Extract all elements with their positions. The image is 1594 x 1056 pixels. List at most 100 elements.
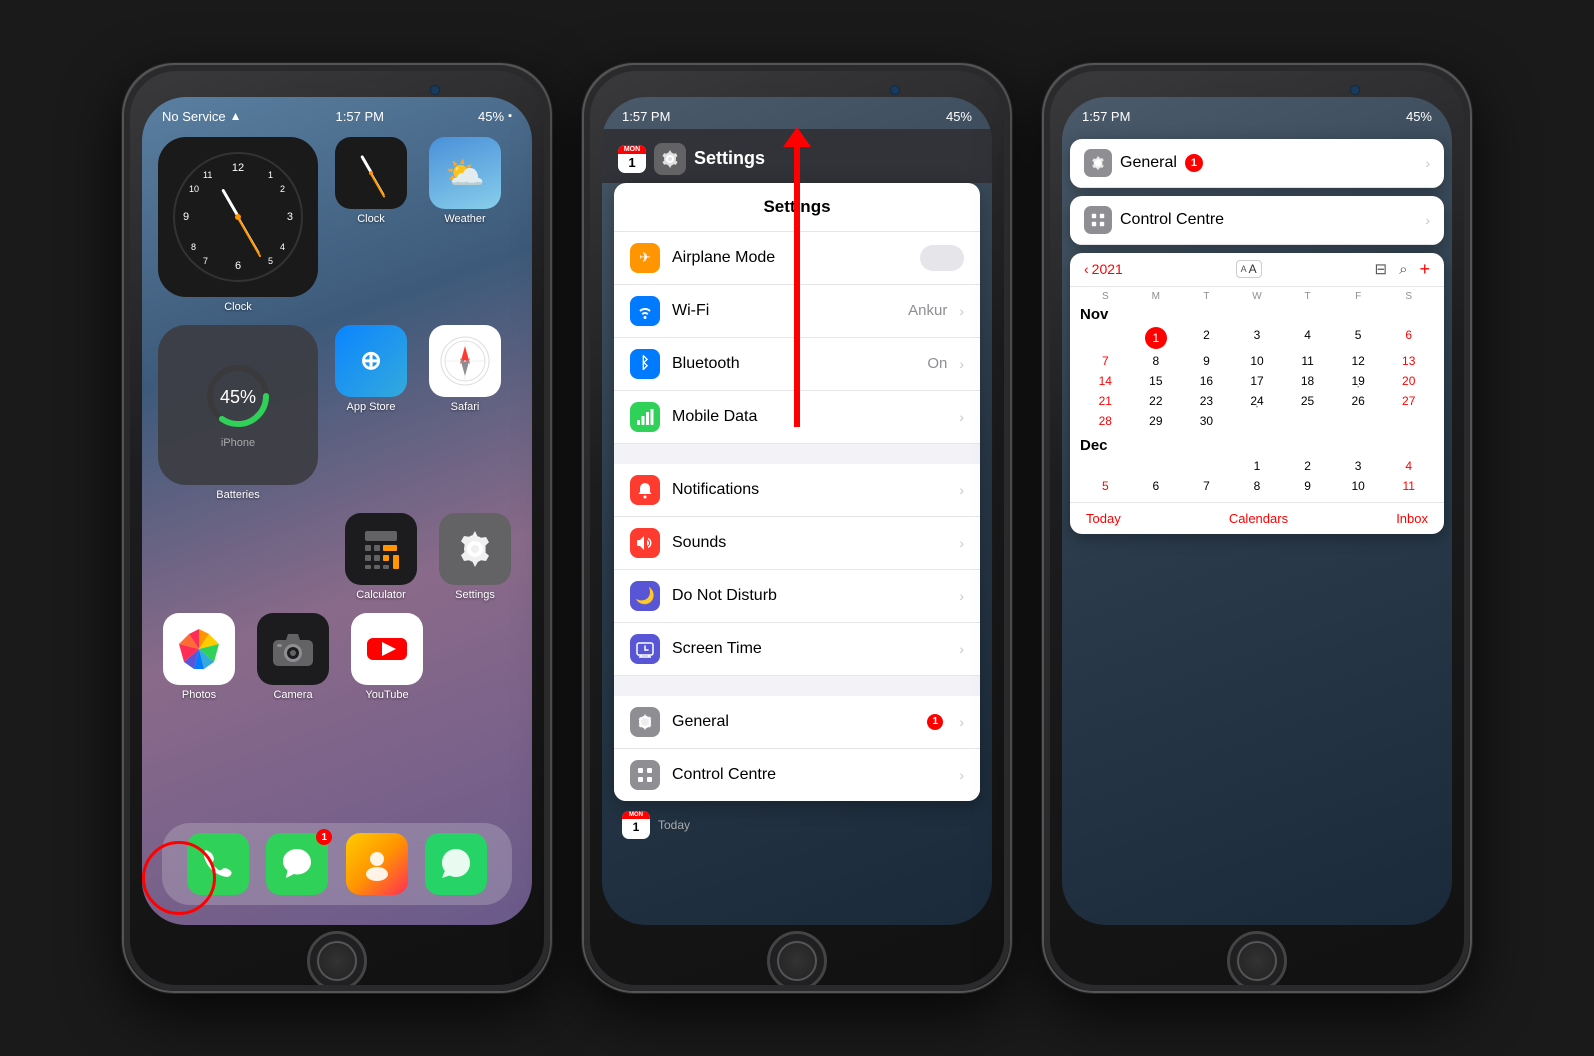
dec-8[interactable]: 8 [1232,476,1283,496]
nov-12[interactable]: 12 [1333,351,1384,371]
camera-svg [271,630,315,668]
clock-widget-face: 12 3 6 9 1 11 10 2 4 8 5 7 [158,137,318,297]
nov-20[interactable]: 20 [1383,371,1434,391]
dec-9[interactable]: 9 [1282,476,1333,496]
weather-label: Weather [444,213,485,225]
nov-7[interactable]: 7 [1080,351,1131,371]
nov-2[interactable]: 2 [1181,325,1232,351]
nov-25[interactable]: 25 [1282,391,1333,411]
settings-row-dnd[interactable]: 🌙 Do Not Disturb › [614,570,980,623]
dec-3[interactable]: 3 [1333,456,1384,476]
screen-time-svg [636,640,654,658]
app-youtube[interactable]: YouTube [346,613,428,701]
nov-30[interactable]: 30 [1181,411,1232,431]
app-clock-small[interactable]: Clock [330,137,412,313]
app-photos[interactable]: Photos [158,613,240,701]
nov-5[interactable]: 5 [1333,325,1384,351]
nov-29[interactable]: 29 [1131,411,1182,431]
nov-18[interactable]: 18 [1282,371,1333,391]
earpiece-speaker [297,83,377,89]
calendar-mini-icon: MON 1 [618,145,646,173]
home-button-3[interactable] [1227,931,1287,991]
app-appstore[interactable]: ⊕ App Store [330,325,412,501]
app-weather[interactable]: ⛅ Weather [424,137,506,313]
nov-21[interactable]: 21 [1080,391,1131,411]
dock-whatsapp[interactable] [425,833,487,895]
calendar-card[interactable]: ‹ 2021 A A ⊟ ⌕ + [1070,253,1444,534]
nov-16[interactable]: 16 [1181,371,1232,391]
status-left-3: 1:57 PM [1082,109,1130,124]
home-button-1[interactable] [307,931,367,991]
general-card-icon [1084,149,1112,177]
airplane-icon: ✈ [639,249,651,266]
multitask-card-general[interactable]: General 1 › [1070,139,1444,188]
cal-inbox-btn[interactable]: Inbox [1396,511,1428,526]
nov-11[interactable]: 11 [1282,351,1333,371]
settings-row-screen-time[interactable]: Screen Time › [614,623,980,676]
cal-add-icon[interactable]: + [1419,259,1430,280]
nov-23[interactable]: 23 [1181,391,1232,411]
cal-monitor-icon[interactable]: ⊟ [1374,260,1387,278]
battery-widget[interactable]: 45% iPhone Batteries [158,325,318,501]
home-button-2[interactable] [767,931,827,991]
cal-aa-button[interactable]: A A [1236,260,1262,278]
app-calculator[interactable]: Calculator [340,513,422,601]
app-settings[interactable]: Settings [434,513,516,601]
nov-24[interactable]: 24• [1232,391,1283,411]
nov-15[interactable]: 15 [1131,371,1182,391]
nov-empty5 [1383,411,1434,431]
app-camera[interactable]: Camera [252,613,334,701]
red-arrow [783,127,811,427]
dec-4[interactable]: 4 [1383,456,1434,476]
dec-5[interactable]: 5 [1080,476,1131,496]
calendar-toolbar: ‹ 2021 A A ⊟ ⌕ + [1070,253,1444,287]
nov-28[interactable]: 28 [1080,411,1131,431]
nov-1[interactable]: 1 [1131,325,1182,351]
airplane-toggle[interactable] [920,245,964,271]
nov-13[interactable]: 13 [1383,351,1434,371]
clock-num-1: 1 [268,170,273,180]
clock-widget[interactable]: 12 3 6 9 1 11 10 2 4 8 5 7 [158,137,318,313]
nov-8[interactable]: 8 [1131,351,1182,371]
dock-contacts[interactable] [346,833,408,895]
nov-22[interactable]: 22 [1131,391,1182,411]
control-card-svg [1090,212,1106,228]
dec-empty3 [1181,456,1232,476]
notifications-icon-box [630,475,660,505]
screen-time-label: Screen Time [672,640,947,658]
settings-row-sounds[interactable]: Sounds › [614,517,980,570]
app-safari[interactable]: Safari [424,325,506,501]
multitask-card-control[interactable]: Control Centre › [1070,196,1444,245]
nov-17[interactable]: 17 [1232,371,1283,391]
dec-1[interactable]: 1 [1232,456,1283,476]
cal-today-btn[interactable]: Today [1086,511,1121,526]
nov-14[interactable]: 14 [1080,371,1131,391]
dec-11[interactable]: 11 [1383,476,1434,496]
cal-search-icon[interactable]: ⌕ [1399,261,1407,278]
nov-10[interactable]: 10 [1232,351,1283,371]
nov-27[interactable]: 27 [1383,391,1434,411]
battery-label-2: 45% [946,109,972,124]
general-card-badge: 1 [1185,154,1203,172]
settings-row-notifications[interactable]: Notifications › [614,464,980,517]
nov-6[interactable]: 6 [1383,325,1434,351]
nov-9[interactable]: 9 [1181,351,1232,371]
svg-text:45%: 45% [220,387,256,407]
front-camera-3 [1350,85,1360,95]
dec-10[interactable]: 10 [1333,476,1384,496]
nov-3[interactable]: 3 [1232,325,1283,351]
cal-calendars-btn[interactable]: Calendars [1229,511,1288,526]
settings-row-control-centre[interactable]: Control Centre › [614,749,980,801]
cal-year-label: 2021 [1092,261,1123,277]
cal-bottom-icon: MON 1 [622,811,650,839]
control-centre-svg [636,766,654,784]
dec-6[interactable]: 6 [1131,476,1182,496]
nov-19[interactable]: 19• [1333,371,1384,391]
dock-messages[interactable]: 1 [266,833,328,895]
dec-2[interactable]: 2 [1282,456,1333,476]
nov-26[interactable]: 26 [1333,391,1384,411]
nov-4[interactable]: 4 [1282,325,1333,351]
dec-7[interactable]: 7 [1181,476,1232,496]
settings-row-general[interactable]: General 1 › [614,696,980,749]
wifi-icon: ▲ [230,109,242,123]
